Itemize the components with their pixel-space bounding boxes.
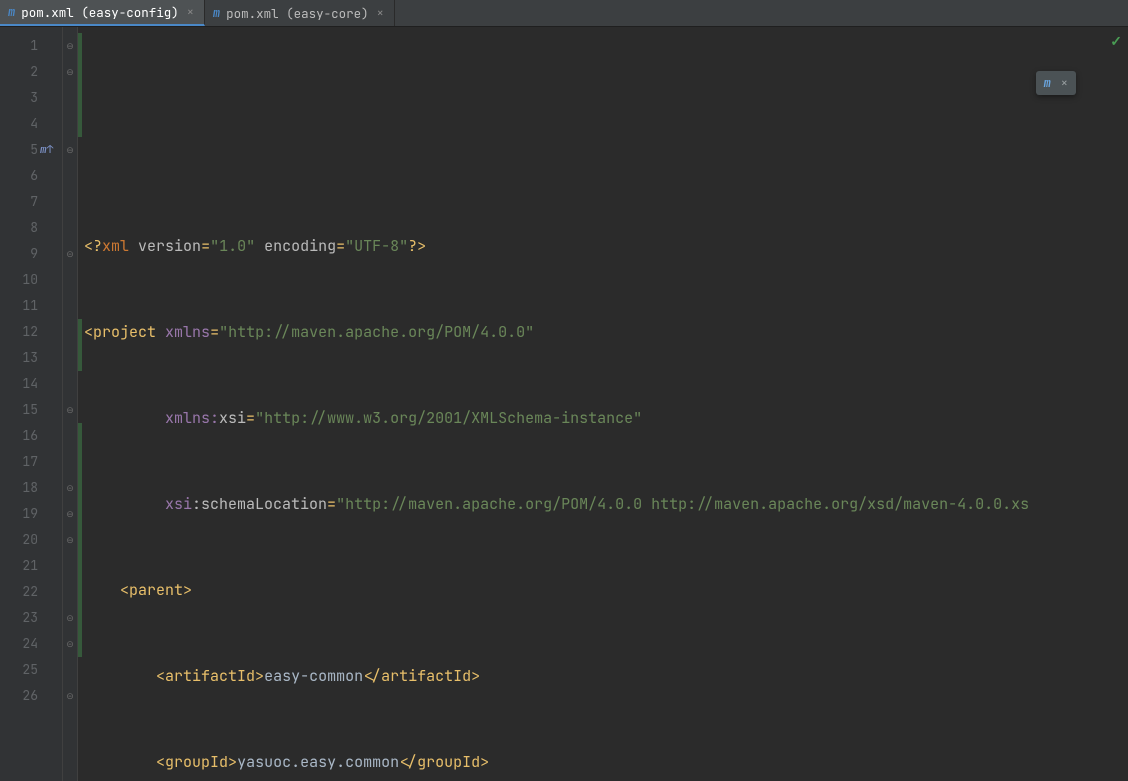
line-number[interactable]: 2 (0, 59, 62, 85)
fold-handle[interactable] (63, 371, 77, 397)
fold-handle[interactable]: ⊖ (63, 137, 77, 163)
editor: 12345m↑678910111213141516171819202122232… (0, 27, 1128, 781)
fold-handle[interactable]: ⊖ (63, 527, 77, 553)
fold-handle[interactable]: ⊝ (63, 605, 77, 631)
analysis-ok-icon[interactable]: ✓ (1110, 33, 1122, 51)
line-number[interactable]: 20 (0, 527, 62, 553)
maven-gutter-icon[interactable]: m↑ (40, 137, 53, 163)
fold-handle[interactable] (63, 553, 77, 579)
line-number[interactable]: 9 (0, 241, 62, 267)
fold-handle[interactable] (63, 319, 77, 345)
fold-handle[interactable]: ⊖ (63, 501, 77, 527)
fold-handle[interactable] (63, 657, 77, 683)
fold-handle[interactable] (63, 345, 77, 371)
code-line[interactable]: <?xml version="1.0" encoding="UTF-8"?> (78, 233, 1128, 259)
code-line[interactable]: <artifactId>easy-common</artifactId> (78, 663, 1128, 689)
line-number[interactable]: 24 (0, 631, 62, 657)
close-icon[interactable]: × (375, 5, 386, 21)
fold-handle[interactable]: ⊖ (63, 33, 77, 59)
line-number[interactable]: 23 (0, 605, 62, 631)
line-number[interactable]: 26 (0, 683, 62, 709)
line-number[interactable]: 18 (0, 475, 62, 501)
code-line[interactable]: xmlns:xsi="http://www.w3.org/2001/XMLSch… (78, 405, 1128, 431)
line-number[interactable]: 13 (0, 345, 62, 371)
maven-icon: m (213, 5, 220, 21)
close-icon[interactable]: × (185, 4, 196, 20)
maven-icon: m (1044, 75, 1051, 91)
fold-handle[interactable]: ⊝ (63, 631, 77, 657)
fold-handle[interactable] (63, 293, 77, 319)
tab-bar: m pom.xml (easy-config) × m pom.xml (eas… (0, 0, 1128, 27)
fold-handle[interactable]: ⊖ (63, 59, 77, 85)
line-number[interactable]: 3 (0, 85, 62, 111)
tab-pom-easy-core[interactable]: m pom.xml (easy-core) × (205, 0, 395, 26)
line-number[interactable]: 25 (0, 657, 62, 683)
code-area[interactable]: ✓ m × <?xml version="1.0" encoding="UTF-… (78, 27, 1128, 781)
code-line[interactable]: <parent> (78, 577, 1128, 603)
line-number[interactable]: 14 (0, 371, 62, 397)
tab-pom-easy-config[interactable]: m pom.xml (easy-config) × (0, 0, 205, 26)
fold-handle[interactable]: ⊖ (63, 397, 77, 423)
fold-handle[interactable]: ⊝ (63, 241, 77, 267)
close-icon[interactable]: × (1061, 75, 1068, 91)
vcs-change-marker[interactable] (78, 33, 82, 137)
fold-handle[interactable] (63, 449, 77, 475)
line-number[interactable]: 8 (0, 215, 62, 241)
code-line[interactable]: <project xmlns="http://maven.apache.org/… (78, 319, 1128, 345)
tab-label: pom.xml (easy-core) (226, 5, 369, 22)
vcs-change-marker[interactable] (78, 423, 82, 657)
line-number[interactable]: 22 (0, 579, 62, 605)
code-line[interactable]: xsi:schemaLocation="http://maven.apache.… (78, 491, 1128, 517)
fold-handle[interactable]: ⊝ (63, 475, 77, 501)
vcs-change-marker[interactable] (78, 319, 82, 371)
tab-label: pom.xml (easy-config) (21, 4, 179, 21)
maven-reload-popup[interactable]: m × (1036, 71, 1076, 95)
fold-handle[interactable] (63, 189, 77, 215)
fold-handle[interactable] (63, 423, 77, 449)
line-number[interactable]: 6 (0, 163, 62, 189)
code-line[interactable]: <groupId>yasuoc.easy.common</groupId> (78, 749, 1128, 775)
line-number[interactable]: 4 (0, 111, 62, 137)
line-number[interactable]: 16 (0, 423, 62, 449)
fold-handle[interactable] (63, 163, 77, 189)
fold-handle[interactable]: ⊝ (63, 683, 77, 709)
line-number[interactable]: 11 (0, 293, 62, 319)
fold-handle[interactable] (63, 215, 77, 241)
line-number[interactable]: 12 (0, 319, 62, 345)
line-number[interactable]: 15 (0, 397, 62, 423)
line-number[interactable]: 10 (0, 267, 62, 293)
line-number[interactable]: 21 (0, 553, 62, 579)
fold-handle[interactable] (63, 85, 77, 111)
fold-handle[interactable] (63, 579, 77, 605)
fold-handle[interactable] (63, 267, 77, 293)
line-number-gutter[interactable]: 12345m↑678910111213141516171819202122232… (0, 27, 62, 781)
line-number[interactable]: 5m↑ (0, 137, 62, 163)
line-number[interactable]: 1 (0, 33, 62, 59)
line-number[interactable]: 17 (0, 449, 62, 475)
maven-icon: m (8, 4, 15, 20)
line-number[interactable]: 19 (0, 501, 62, 527)
fold-handle[interactable] (63, 111, 77, 137)
fold-strip[interactable]: ⊖⊖⊖⊝⊖⊝⊖⊖⊝⊝⊝ (62, 27, 78, 781)
line-number[interactable]: 7 (0, 189, 62, 215)
